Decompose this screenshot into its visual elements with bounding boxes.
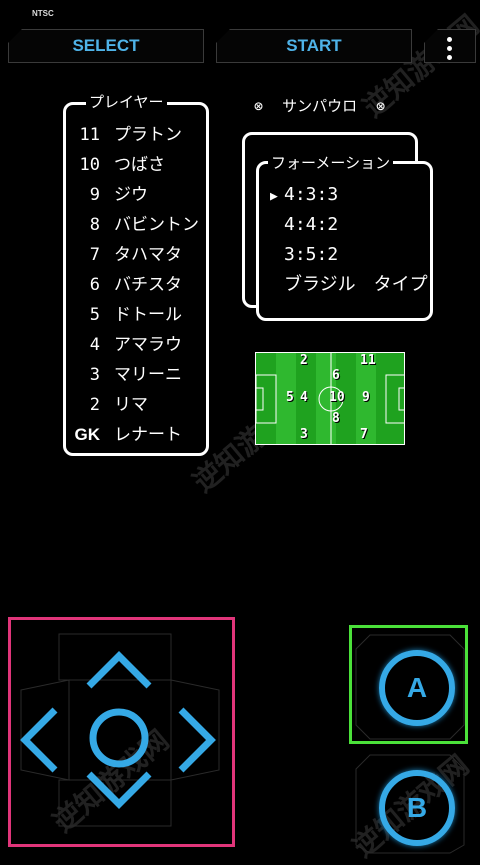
team-name-row: ⊗ サンパウロ ⊗ <box>254 95 385 116</box>
player-name: ジウ <box>114 185 148 205</box>
formation-option[interactable]: ▶ 4:3:3 <box>270 184 338 208</box>
formation-option-label: 4:3:3 <box>284 184 339 205</box>
players-panel-title: プレイヤー <box>86 94 167 110</box>
pitch-position: 5 <box>286 390 294 405</box>
circle-icon <box>89 708 149 768</box>
pitch-position: 6 <box>332 368 340 383</box>
more-vert-icon[interactable] <box>437 33 461 63</box>
player-number: 4 <box>89 335 100 355</box>
pitch-diagram: 2 11 6 5 4 10 9 8 3 7 <box>255 352 405 445</box>
player-row: 11 プラトン <box>70 125 182 145</box>
player-row: 10 つばさ <box>70 155 165 175</box>
player-name: マリーニ <box>114 365 182 385</box>
player-row: 8 バビントン <box>70 215 199 235</box>
player-number: GK <box>74 425 101 444</box>
player-name: プラトン <box>114 125 182 145</box>
b-button[interactable]: B <box>379 770 455 846</box>
formation-option-label: 3:5:2 <box>284 244 339 265</box>
pitch-position: 10 <box>329 390 345 405</box>
player-number: 10 <box>79 155 100 175</box>
formation-option[interactable]: 4:4:2 <box>270 214 338 236</box>
team-name: サンパウロ <box>282 97 358 115</box>
formation-option[interactable]: ブラジル タイプ <box>270 274 428 296</box>
chevron-up-icon <box>86 651 152 689</box>
soccer-ball-icon: ⊗ <box>376 97 386 115</box>
soccer-ball-icon: ⊗ <box>254 97 264 115</box>
player-row: 5 ドトール <box>70 305 182 325</box>
player-number: 6 <box>89 275 100 295</box>
a-button[interactable]: A <box>379 650 455 726</box>
select-button[interactable]: SELECT <box>8 29 204 63</box>
player-number: 11 <box>79 125 100 145</box>
formation-panel-title: フォーメーション <box>268 155 394 171</box>
player-name: リマ <box>114 395 148 415</box>
player-number: 8 <box>89 215 100 235</box>
pitch-position: 2 <box>300 353 308 368</box>
player-row: 6 バチスタ <box>70 275 182 295</box>
player-name: つばさ <box>114 155 165 175</box>
player-row: 2 リマ <box>70 395 148 415</box>
player-number: 2 <box>89 395 100 415</box>
player-name: タハマタ <box>114 245 182 265</box>
player-name: アマラウ <box>114 335 182 355</box>
video-mode-label: NTSC <box>32 9 54 18</box>
player-number: 3 <box>89 365 100 385</box>
pitch-position: 7 <box>360 427 368 442</box>
chevron-right-icon <box>178 707 216 773</box>
dpad-control[interactable] <box>8 617 235 847</box>
start-button[interactable]: START <box>216 29 412 63</box>
selection-cursor-icon: ▶ <box>270 189 278 204</box>
pitch-position: 3 <box>300 427 308 442</box>
player-row: 3 マリーニ <box>70 365 182 385</box>
player-name: バチスタ <box>114 275 182 295</box>
player-name: ドトール <box>114 305 182 325</box>
player-row: 7 タハマタ <box>70 245 182 265</box>
pitch-position: 4 <box>300 390 308 405</box>
pitch-position: 8 <box>332 411 340 426</box>
player-number: 7 <box>89 245 100 265</box>
player-name: バビントン <box>114 215 199 235</box>
pitch-position: 9 <box>362 390 370 405</box>
player-row: 4 アマラウ <box>70 335 182 355</box>
dpad-graphic <box>20 633 220 827</box>
chevron-down-icon <box>86 771 152 809</box>
formation-option-label: ブラジル タイプ <box>284 274 428 295</box>
player-name: レナート <box>114 425 182 445</box>
pitch-position: 11 <box>360 353 376 368</box>
player-number: 5 <box>89 305 100 325</box>
formation-option[interactable]: 3:5:2 <box>270 244 338 266</box>
player-number: 9 <box>89 185 100 205</box>
formation-option-label: 4:4:2 <box>284 214 339 235</box>
chevron-left-icon <box>20 707 58 773</box>
player-row: 9 ジウ <box>70 185 148 205</box>
player-row: GK レナート <box>70 425 183 445</box>
